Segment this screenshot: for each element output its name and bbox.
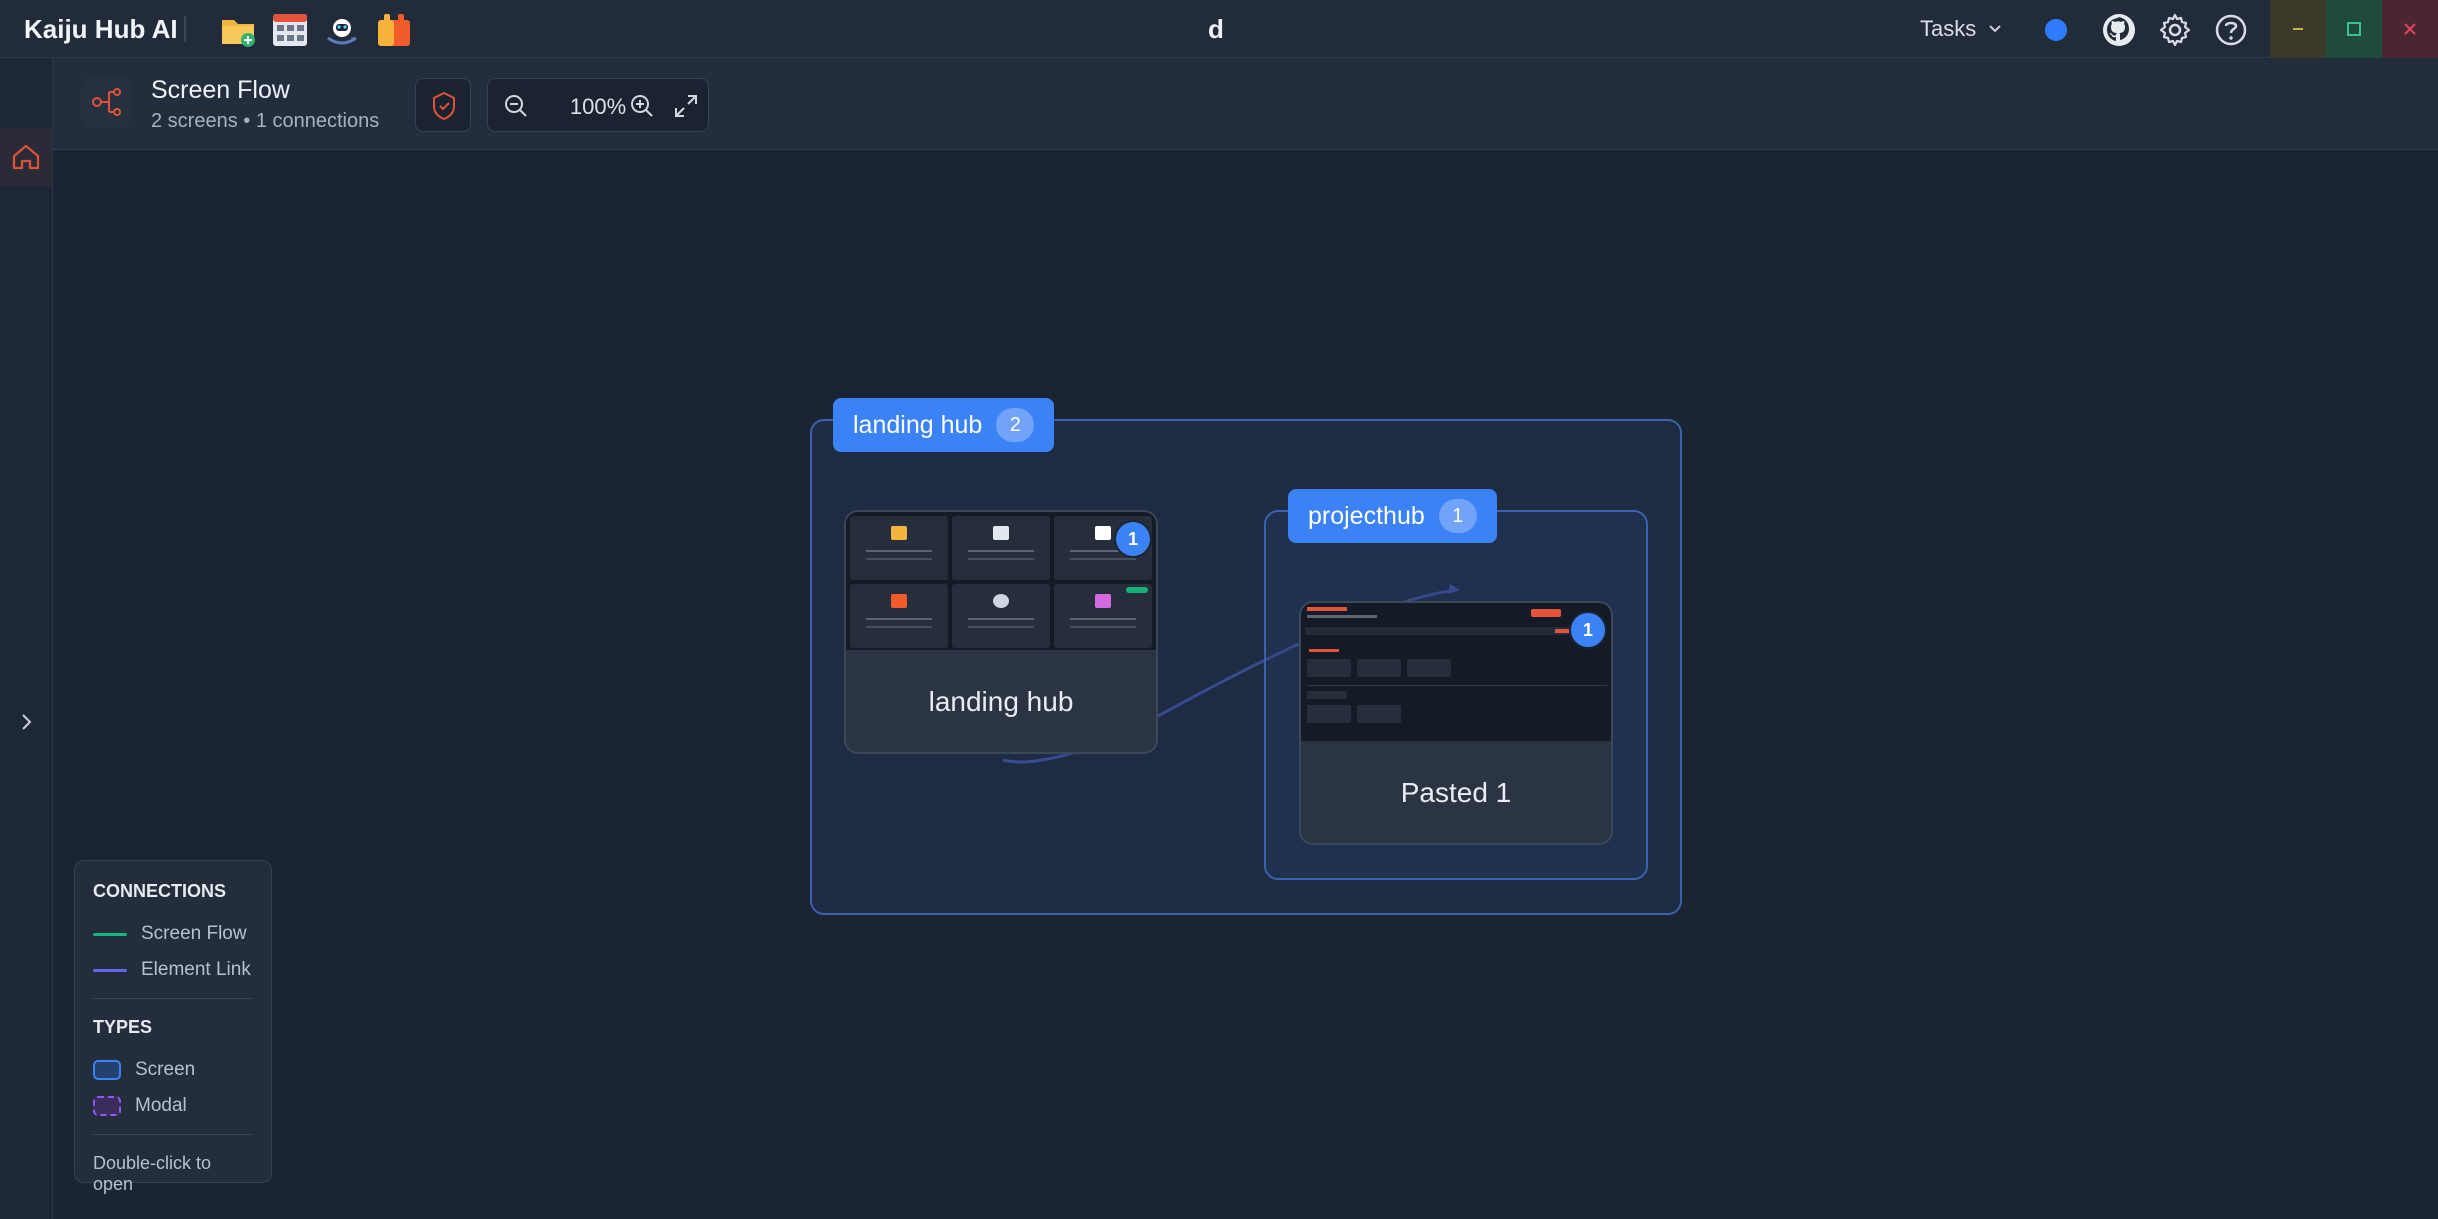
auto-layout-button[interactable] <box>415 78 471 132</box>
element-link-swatch <box>93 968 127 972</box>
group-count-badge: 1 <box>1438 499 1477 533</box>
maximize-button[interactable] <box>2326 0 2382 58</box>
help-icon[interactable] <box>2213 12 2249 48</box>
link-count-badge: 1 <box>1116 522 1150 556</box>
fullscreen-icon[interactable] <box>672 92 700 120</box>
legend-divider <box>93 1134 253 1135</box>
legend-element-link: Element Link <box>93 952 253 988</box>
screen-thumbnail <box>846 512 1156 650</box>
legend-label: Element Link <box>141 959 251 980</box>
screen-node-label: Pasted 1 <box>1400 777 1512 808</box>
legend-label: Screen Flow <box>141 923 247 944</box>
gear-icon[interactable] <box>2157 12 2193 48</box>
screen-swatch <box>93 1060 121 1080</box>
zoom-in-icon[interactable] <box>628 92 656 120</box>
app-title: Kaiju Hub AI <box>24 14 178 44</box>
group-name: projecthub <box>1308 501 1425 530</box>
close-icon <box>2404 23 2416 35</box>
modal-swatch <box>93 1096 121 1116</box>
thumbnail-tile <box>1054 584 1152 648</box>
screen-flow-swatch <box>93 932 127 936</box>
left-rail <box>0 58 53 1219</box>
flow-icon <box>92 88 121 116</box>
thumbnail-tile <box>952 584 1050 648</box>
status-indicator <box>2045 19 2067 41</box>
title-bar-divider <box>184 16 186 42</box>
sync-robot-icon[interactable] <box>322 10 362 50</box>
group-label-landing-hub[interactable]: landing hub 2 <box>833 398 1055 452</box>
legend-label: Modal <box>135 1095 187 1116</box>
shield-check-icon <box>433 91 455 121</box>
thumbnail-tile <box>850 584 948 648</box>
zoom-controls: 100% <box>487 78 709 132</box>
thumbnail-header <box>1307 607 1347 611</box>
legend-screen-flow: Screen Flow <box>93 916 253 952</box>
minimize-icon <box>2293 28 2303 30</box>
group-count-badge: 2 <box>996 408 1035 442</box>
group-name: landing hub <box>853 410 983 439</box>
screen-node-landing-hub[interactable]: landing hub 1 <box>844 510 1158 754</box>
legend-modal: Modal <box>93 1088 253 1124</box>
page-title: Screen Flow <box>151 76 290 104</box>
thumbnail-tile <box>952 516 1050 580</box>
screen-thumbnail <box>1301 603 1611 741</box>
screen-node-pasted-1[interactable]: Pasted 1 1 <box>1299 601 1613 845</box>
close-button[interactable] <box>2382 0 2438 58</box>
tasks-label: Tasks <box>1920 16 1977 41</box>
flow-icon-container <box>81 76 133 128</box>
legend-types-title: TYPES <box>93 1017 153 1037</box>
screen-flow-toolbar: Screen Flow 2 screens • 1 connections 10… <box>53 58 2438 150</box>
legend-connections-title: CONNECTIONS <box>93 881 227 901</box>
zoom-out-icon[interactable] <box>502 92 530 120</box>
project-folder-icon[interactable] <box>218 10 258 50</box>
screen-node-label: landing hub <box>928 686 1074 717</box>
minimize-button[interactable] <box>2270 0 2326 58</box>
tasks-dropdown[interactable]: Tasks <box>1920 16 2004 42</box>
title-bar: Kaiju Hub AI d Tasks <box>0 0 2438 58</box>
legend-screen: Screen <box>93 1052 253 1088</box>
legend-note: Double-click to open <box>93 1153 212 1194</box>
tasks-app-icon[interactable] <box>374 10 414 50</box>
page-subtitle: 2 screens • 1 connections <box>151 110 380 132</box>
maximize-icon <box>2347 22 2361 36</box>
kanban-board-icon[interactable] <box>270 10 310 50</box>
github-icon[interactable] <box>2101 12 2137 48</box>
legend-label: Screen <box>135 1059 196 1080</box>
chevron-down-icon <box>1989 25 2001 33</box>
legend-divider <box>93 998 253 999</box>
thumbnail-tile <box>850 516 948 580</box>
legend-panel: CONNECTIONS Screen Flow Element Link TYP… <box>74 860 272 1194</box>
window-title: d <box>1208 14 1224 44</box>
chevron-right-icon[interactable] <box>14 710 38 734</box>
home-button[interactable] <box>0 128 52 186</box>
link-count-badge: 1 <box>1571 613 1605 647</box>
group-label-projecthub[interactable]: projecthub 1 <box>1288 489 1497 543</box>
home-icon <box>12 144 40 170</box>
